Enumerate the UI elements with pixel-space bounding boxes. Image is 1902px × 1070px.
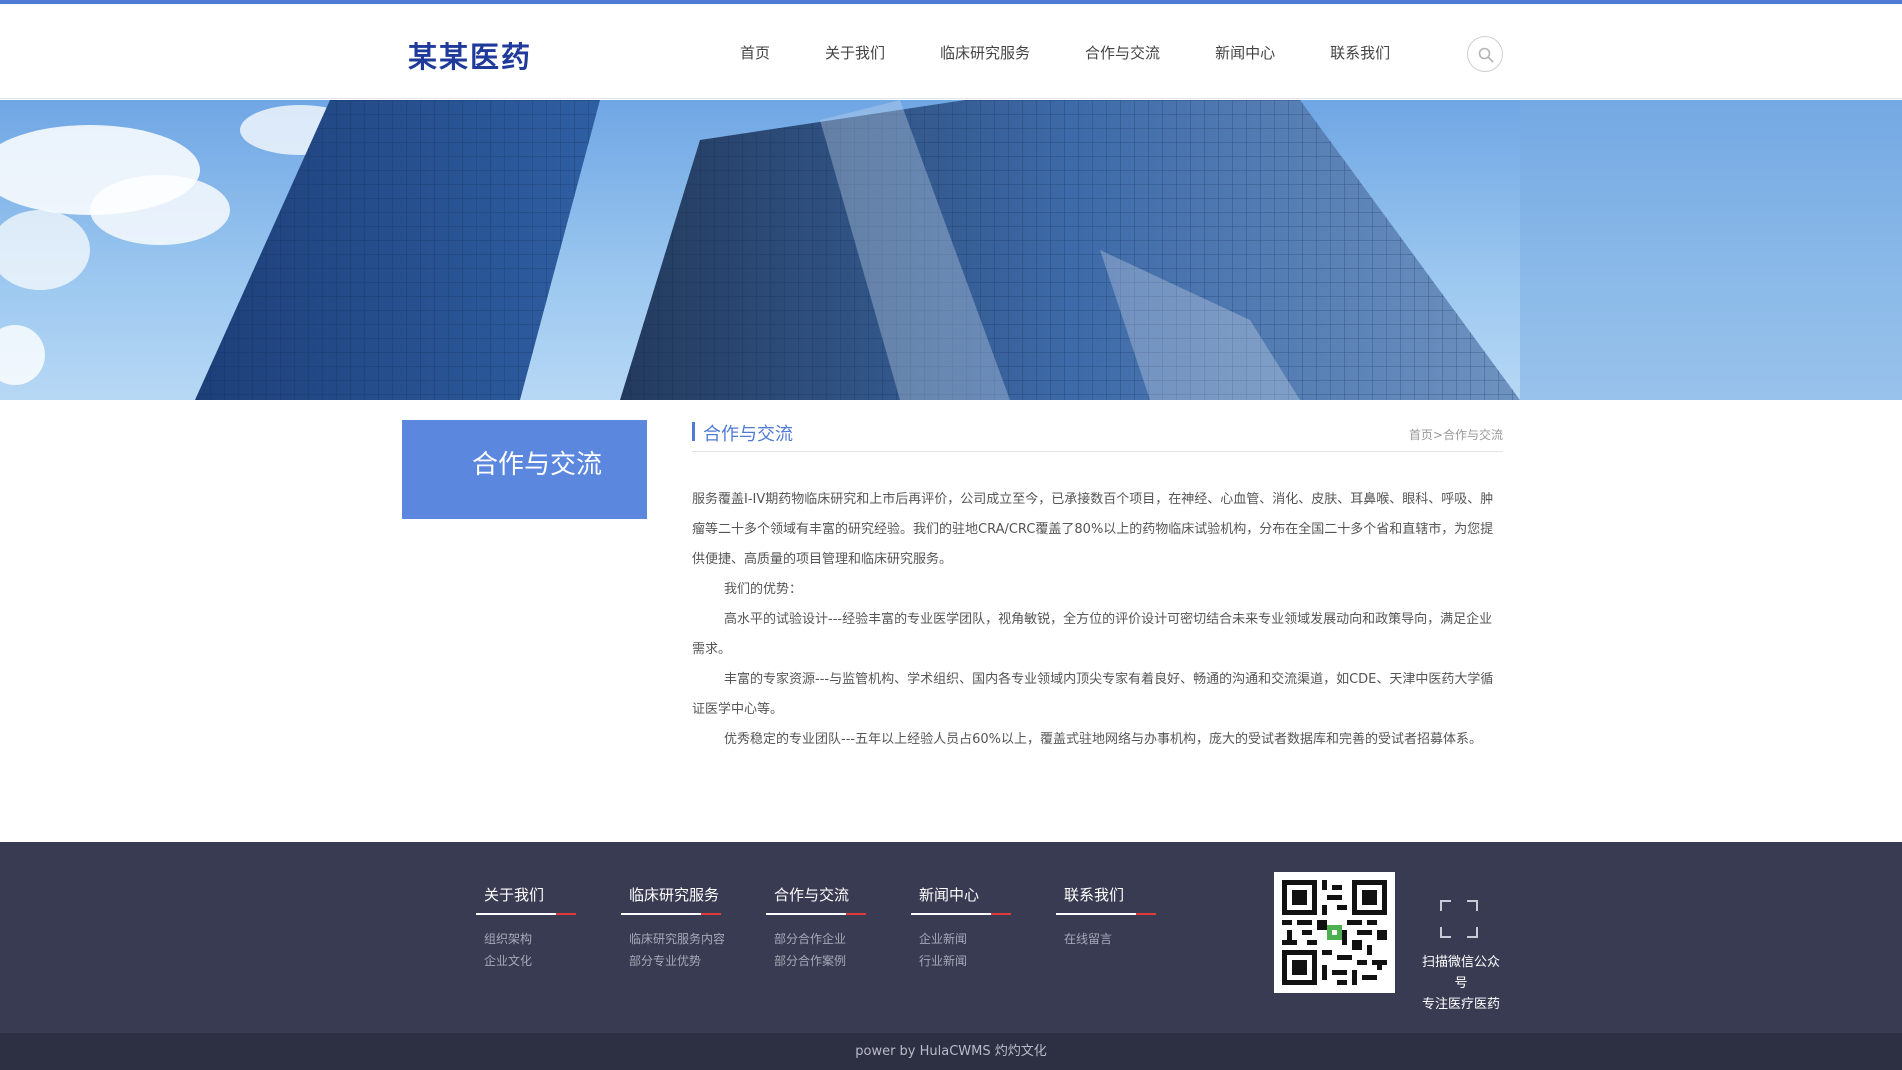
footer-column-title[interactable]: 临床研究服务 [629, 884, 719, 905]
footer-column-underline [766, 913, 866, 915]
article-paragraph-advantages-heading: 我们的优势： [724, 582, 803, 597]
qr-code-icon [1282, 880, 1387, 985]
footer-link[interactable]: 部分合作案例 [774, 952, 846, 969]
sidebar-title: 合作与交流 [472, 450, 603, 480]
nav-item-clinical-services[interactable]: 临床研究服务 [940, 42, 1030, 63]
wechat-scan-caption: 扫描微信公众号 专注医疗医药 [1416, 952, 1506, 1015]
footer-link[interactable]: 部分专业优势 [629, 952, 701, 969]
scan-caption-line-1: 扫描微信公众号 [1421, 955, 1500, 991]
breadcrumb: 首页>合作与交流 [1409, 426, 1503, 443]
footer-link[interactable]: 在线留言 [1064, 930, 1112, 947]
nav-item-news[interactable]: 新闻中心 [1215, 42, 1275, 63]
content-header: 合作与交流 首页>合作与交流 [692, 420, 1503, 452]
banner-skyscraper-image [0, 100, 1902, 400]
scan-icon [1440, 900, 1478, 938]
title-accent-bar [692, 422, 695, 441]
site-logo[interactable]: 某某医药 [408, 34, 532, 76]
breadcrumb-current[interactable]: 合作与交流 [1443, 428, 1503, 442]
footer-link[interactable]: 临床研究服务内容 [629, 930, 725, 947]
search-icon [1478, 47, 1494, 63]
footer-column-title[interactable]: 联系我们 [1064, 884, 1124, 905]
site-footer: 关于我们 组织架构 企业文化 临床研究服务 临床研究服务内容 部分专业优势 合作… [0, 842, 1902, 1033]
wechat-qr-code [1274, 872, 1395, 993]
footer-column-underline [911, 913, 1011, 915]
page-title: 合作与交流 [703, 424, 793, 445]
footer-column-title[interactable]: 关于我们 [484, 884, 544, 905]
footer-column-underline [621, 913, 721, 915]
footer-column-title[interactable]: 新闻中心 [919, 884, 979, 905]
footer-column-underline [1056, 913, 1156, 915]
hero-banner [0, 100, 1902, 400]
breadcrumb-separator: > [1432, 428, 1443, 442]
footer-link[interactable]: 部分合作企业 [774, 930, 846, 947]
article-paragraph-advantage-1: 高水平的试验设计---经验丰富的专业医学团队，视角敏锐，全方位的评价设计可密切结… [692, 612, 1493, 657]
nav-item-contact[interactable]: 联系我们 [1330, 42, 1390, 63]
footer-link[interactable]: 行业新闻 [919, 952, 967, 969]
nav-item-cooperation[interactable]: 合作与交流 [1085, 42, 1160, 63]
scan-caption-line-2: 专注医疗医药 [1421, 997, 1500, 1012]
article-paragraph-intro: 服务覆盖I-IV期药物临床研究和上市后再评价，公司成立至今，已承接数百个项目，在… [692, 492, 1494, 567]
footer-link[interactable]: 企业文化 [484, 952, 532, 969]
footer-column-title[interactable]: 合作与交流 [774, 884, 849, 905]
search-button[interactable] [1467, 36, 1503, 72]
nav-item-about[interactable]: 关于我们 [825, 42, 885, 63]
footer-link[interactable]: 企业新闻 [919, 930, 967, 947]
breadcrumb-home[interactable]: 首页 [1409, 428, 1433, 442]
footer-link[interactable]: 组织架构 [484, 930, 532, 947]
copyright-bar: power by HulaCWMS 灼灼文化 [0, 1033, 1902, 1070]
sidebar-title-box: 合作与交流 [402, 420, 647, 519]
nav-item-home[interactable]: 首页 [740, 42, 770, 63]
article-paragraph-advantage-2: 丰富的专家资源---与监管机构、学术组织、国内各专业领域内顶尖专家有着良好、畅通… [692, 672, 1494, 717]
article-paragraph-advantage-3: 优秀稳定的专业团队---五年以上经验人员占60%以上，覆盖式驻地网络与办事机构，… [724, 732, 1482, 747]
site-header: 某某医药 首页 关于我们 临床研究服务 合作与交流 新闻中心 联系我们 [0, 4, 1902, 99]
article-body: 服务覆盖I-IV期药物临床研究和上市后再评价，公司成立至今，已承接数百个项目，在… [692, 485, 1503, 755]
main-nav: 首页 关于我们 临床研究服务 合作与交流 新闻中心 联系我们 [740, 42, 1390, 63]
footer-column-underline [476, 913, 576, 915]
